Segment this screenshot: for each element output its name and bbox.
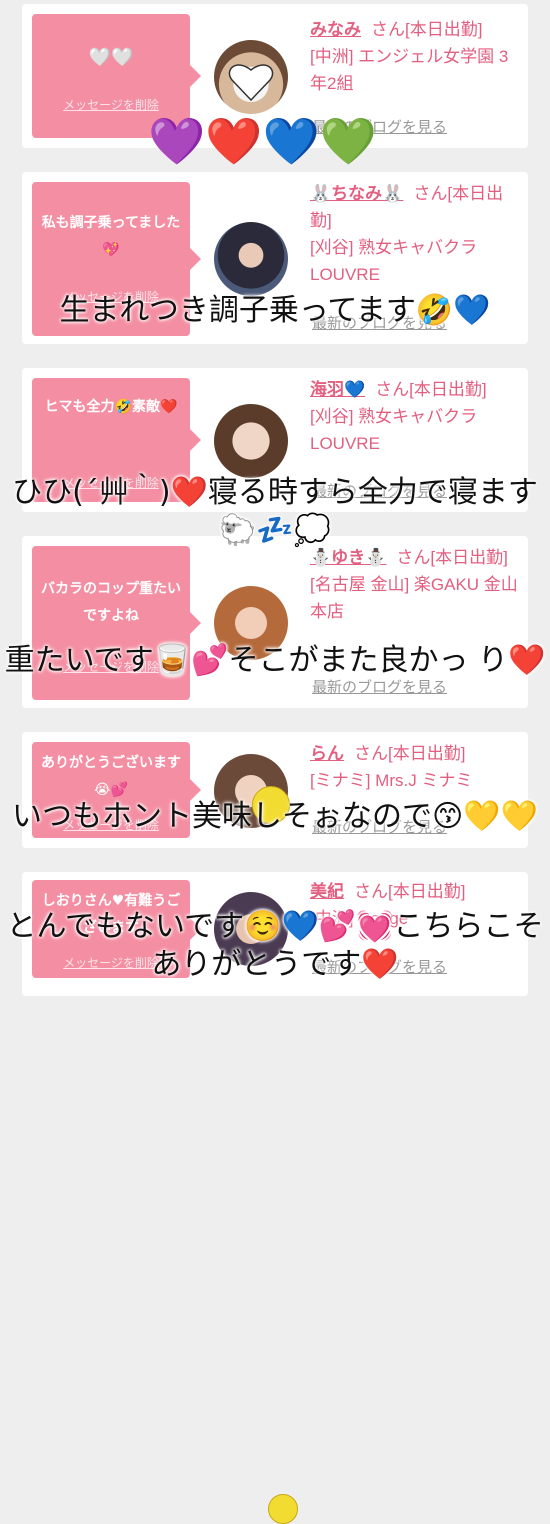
attendance-status: さん[本日出勤] bbox=[375, 380, 487, 399]
attendance-status: さん[本日出勤] bbox=[354, 744, 466, 763]
cast-name-link[interactable]: らん bbox=[310, 744, 344, 763]
overlay-sticker-text: 生まれつき調子乗ってます🤣💙 bbox=[59, 293, 491, 328]
face-sticker-icon bbox=[268, 1494, 298, 1524]
cast-name-link[interactable]: 美紀 bbox=[310, 882, 344, 901]
attendance-status: さん[本日出勤] bbox=[371, 20, 483, 39]
cast-info: 海羽💙 さん[本日出勤] [刈谷] 熟女キャバクラ LOUVRE bbox=[310, 376, 520, 457]
cast-name-link[interactable]: 海羽💙 bbox=[310, 380, 365, 399]
overlay-sticker-text: 💜❤️💙💚 bbox=[148, 114, 378, 168]
overlay-sticker-text: 重たいです🥃💕そこがまた良かっ り❤️ bbox=[4, 643, 546, 678]
avatar[interactable] bbox=[214, 40, 288, 114]
message-card: バカラのコップ重たいですよね メッセージを削除 ⛄ゆき⛄ さん[本日出勤] [名古… bbox=[22, 536, 528, 708]
cast-info: 🐰ちなみ🐰 さん[本日出勤] [刈谷] 熟女キャバクラ LOUVRE bbox=[310, 180, 520, 288]
message-text: バカラのコップ重たいですよね bbox=[41, 581, 181, 624]
heart-sticker-icon bbox=[228, 64, 274, 102]
overlay-sticker-text: ひひ(´艸｀)❤️寝る時すら全力で寝ます🐑💤💭 bbox=[12, 475, 538, 548]
cast-name-link[interactable]: 🐰ちなみ🐰 bbox=[310, 184, 403, 203]
overlay-sticker-text: とんでもないです☺️💙💕💓こちらこそありがとうです❤️ bbox=[6, 909, 544, 982]
avatar[interactable] bbox=[214, 222, 288, 296]
message-text: ヒマも全力🤣素敵❤️ bbox=[44, 399, 178, 415]
shop-name: [中洲] エンジェル女学園 3年2組 bbox=[310, 47, 509, 93]
shop-name: [ミナミ] Mrs.J ミナミ bbox=[310, 771, 473, 790]
message-text: 私も調子乗ってました💖 bbox=[41, 215, 181, 258]
cast-name-link[interactable]: みなみ bbox=[310, 20, 361, 39]
shop-name: [名古屋 金山] 楽GAKU 金山本店 bbox=[310, 575, 518, 621]
cast-info: みなみ さん[本日出勤] [中洲] エンジェル女学園 3年2組 bbox=[310, 16, 520, 97]
message-text: ありがとうございます😭💕 bbox=[41, 755, 181, 798]
delete-message-link[interactable]: メッセージを削除 bbox=[32, 96, 190, 113]
shop-name: [刈谷] 熟女キャバクラ LOUVRE bbox=[310, 238, 478, 284]
cast-info: ⛄ゆき⛄ さん[本日出勤] [名古屋 金山] 楽GAKU 金山本店 bbox=[310, 544, 520, 625]
overlay-sticker-text: いつもホント美味しそぉなので😙💛💛 bbox=[12, 799, 538, 834]
shop-name: [刈谷] 熟女キャバクラ LOUVRE bbox=[310, 407, 478, 453]
cast-name-link[interactable]: ⛄ゆき⛄ bbox=[310, 548, 386, 567]
avatar[interactable] bbox=[214, 404, 288, 478]
attendance-status: さん[本日出勤] bbox=[354, 882, 466, 901]
cast-info: らん さん[本日出勤] [ミナミ] Mrs.J ミナミ bbox=[310, 740, 520, 794]
attendance-status: さん[本日出勤] bbox=[396, 548, 508, 567]
message-text: 🤍🤍 bbox=[88, 47, 134, 68]
